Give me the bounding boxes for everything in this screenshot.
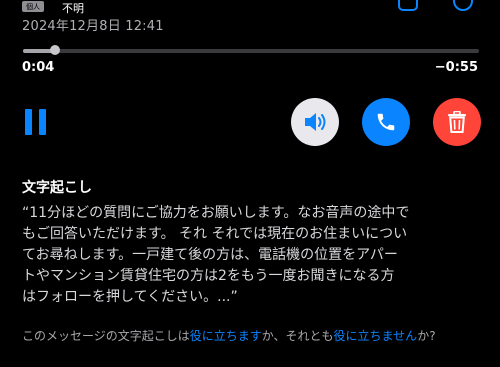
feedback-middle: か、それとも — [261, 329, 334, 343]
useful-link[interactable]: 役に立ちます — [190, 329, 262, 343]
transcript-heading: 文字起こし — [22, 180, 92, 196]
phone-icon — [377, 113, 395, 131]
scrubber-handle[interactable] — [50, 45, 60, 55]
info-icon[interactable] — [453, 0, 473, 11]
feedback-prefix: このメッセージの文字起こしは — [22, 329, 190, 343]
playback-scrubber[interactable] — [23, 49, 479, 53]
remaining-time: −0:55 — [434, 60, 478, 75]
pause-button[interactable] — [25, 109, 47, 135]
speaker-icon — [305, 113, 326, 131]
trash-icon — [448, 111, 466, 133]
transcript-feedback: このメッセージの文字起こしは役に立ちますか、それとも役に立ちませんか? — [22, 327, 482, 345]
call-back-button[interactable] — [362, 98, 410, 146]
pause-icon-bar — [39, 109, 46, 135]
speaker-button[interactable] — [291, 98, 339, 146]
pause-icon — [25, 109, 32, 135]
not-useful-link[interactable]: 役に立ちません — [334, 329, 418, 343]
feedback-suffix: か? — [417, 329, 436, 343]
delete-button[interactable] — [433, 98, 481, 146]
share-icon[interactable] — [398, 0, 418, 11]
transcript-text: “11分ほどの質問にご協力をお願いします。なお音声の途中で もご回答いただけます… — [22, 205, 410, 305]
call-datetime: 2024年12月8日 12:41 — [22, 19, 164, 34]
personal-badge: 個人 — [22, 1, 44, 12]
elapsed-time: 0:04 — [22, 60, 55, 75]
caller-name: 不明 — [62, 2, 84, 15]
